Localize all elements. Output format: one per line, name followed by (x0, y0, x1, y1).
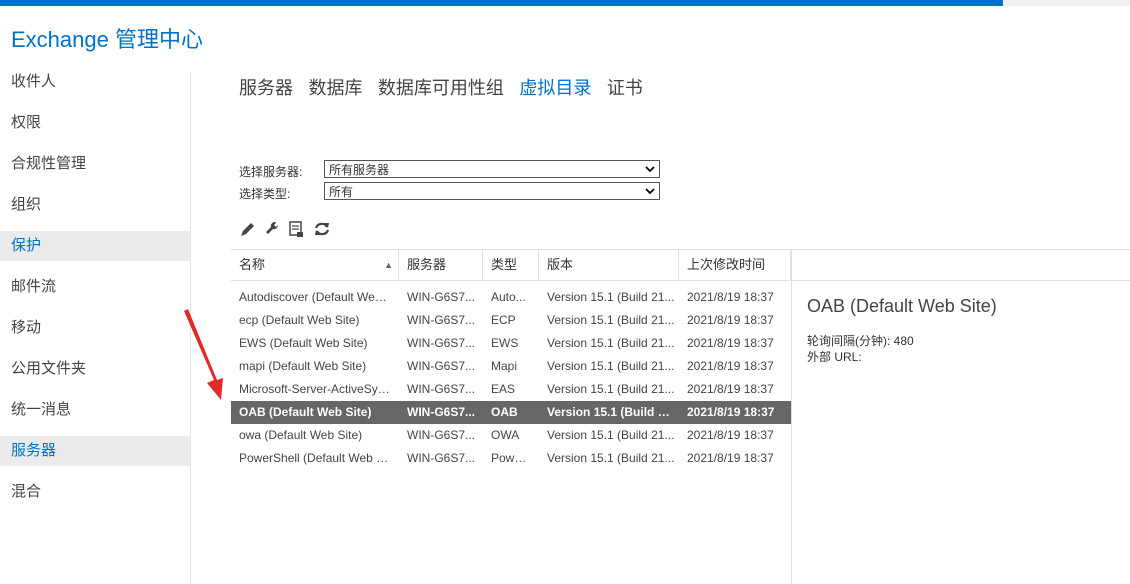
cell-version: Version 15.1 (Build 21... (547, 451, 675, 465)
cell-name: Autodiscover (Default Web... (239, 290, 391, 304)
cell-type: OAB (491, 405, 518, 419)
refresh-icon[interactable] (313, 219, 331, 239)
table-row[interactable]: PowerShell (Default Web Si... WIN-G6S7...… (231, 447, 791, 470)
cell-name: Microsoft-Server-ActiveSyn... (239, 382, 391, 396)
cell-modified: 2021/8/19 18:37 (687, 382, 774, 396)
tab-servers[interactable]: 服务器 (239, 74, 293, 100)
cell-modified: 2021/8/19 18:37 (687, 336, 774, 350)
column-header-name[interactable]: 名称 ▲ (231, 250, 399, 280)
sidebar-item-compliance[interactable]: 合规性管理 (0, 149, 190, 179)
type-select[interactable]: 所有 (324, 182, 660, 200)
tab-bar: 服务器 数据库 数据库可用性组 虚拟目录 证书 (239, 74, 654, 100)
tab-certificates[interactable]: 证书 (607, 74, 643, 100)
cell-server: WIN-G6S7... (407, 359, 475, 373)
type-select-value: 所有 (329, 185, 354, 199)
sidebar-item-servers[interactable]: 服务器 (0, 436, 190, 466)
column-header-version[interactable]: 版本 (539, 250, 679, 280)
cell-name: EWS (Default Web Site) (239, 336, 368, 350)
cell-type: Auto... (491, 290, 526, 304)
cell-version: Version 15.1 (Build 21... (547, 290, 675, 304)
column-header-modified[interactable]: 上次修改时间 (679, 250, 791, 280)
tab-virtual-directories[interactable]: 虚拟目录 (519, 74, 591, 100)
cell-modified: 2021/8/19 18:37 (687, 451, 774, 465)
app-title: Exchange 管理中心 (11, 27, 203, 52)
sidebar-item-hybrid[interactable]: 混合 (0, 477, 190, 507)
table-row[interactable]: EWS (Default Web Site) WIN-G6S7... EWS Vers… (231, 332, 791, 355)
sidebar-item-organization[interactable]: 组织 (0, 190, 190, 220)
table-row[interactable]: Autodiscover (Default Web... WIN-G6S7... A… (231, 286, 791, 309)
edit-icon[interactable] (239, 219, 257, 239)
cell-name: ecp (Default Web Site) (239, 313, 360, 327)
cell-type: Powe... (491, 451, 529, 465)
table-row[interactable]: OAB (Default Web Site) WIN-G6S7... OAB Vers… (231, 401, 791, 424)
type-filter-label: 选择类型: (239, 187, 291, 201)
cell-server: WIN-G6S7... (407, 336, 475, 350)
cell-modified: 2021/8/19 18:37 (687, 313, 774, 327)
cell-server: WIN-G6S7... (407, 382, 475, 396)
table-row[interactable]: owa (Default Web Site) WIN-G6S7... OWA Vers… (231, 424, 791, 447)
cell-modified: 2021/8/19 18:37 (687, 290, 774, 304)
table-row[interactable]: mapi (Default Web Site) WIN-G6S7... Mapi Ve… (231, 355, 791, 378)
server-select[interactable]: 所有服务器 (324, 160, 660, 178)
cell-name: OAB (Default Web Site) (239, 405, 372, 419)
cell-type: ECP (491, 313, 516, 327)
chevron-down-icon (644, 184, 656, 203)
sidebar-item-permissions[interactable]: 权限 (0, 108, 190, 138)
cell-server: WIN-G6S7... (407, 313, 475, 327)
cell-modified: 2021/8/19 18:37 (687, 405, 775, 419)
sidebar-item-mail-flow[interactable]: 邮件流 (0, 272, 190, 302)
cell-version: Version 15.1 (Build 21... (547, 359, 675, 373)
column-header-server[interactable]: 服务器 (399, 250, 483, 280)
cell-type: Mapi (491, 359, 518, 373)
sidebar-item-recipients[interactable]: 收件人 (0, 67, 190, 97)
details-poll-interval: 轮询间隔(分钟): 480 (807, 334, 914, 348)
grid-header-bottom-border (231, 280, 1130, 281)
sort-ascending-icon: ▲ (384, 260, 393, 270)
red-annotation-arrow (184, 309, 223, 400)
column-header-name-label: 名称 (239, 257, 266, 272)
sidebar-item-protection[interactable]: 保护 (0, 231, 190, 261)
cell-version: Version 15.1 (Build 21... (547, 382, 675, 396)
sidebar: 收件人 权限 合规性管理 组织 保护 邮件流 移动 公用文件夹 统一消息 服务器… (0, 67, 190, 518)
column-header-type[interactable]: 类型 (483, 250, 539, 280)
server-select-value: 所有服务器 (329, 163, 390, 177)
top-bar-right (1003, 0, 1130, 6)
cell-type: OWA (491, 428, 520, 442)
cell-server: WIN-G6S7... (407, 428, 475, 442)
cell-name: PowerShell (Default Web Si... (239, 451, 391, 465)
reset-icon[interactable] (288, 219, 306, 239)
cell-version: Version 15.1 (Build 21... (547, 336, 675, 350)
cell-name: owa (Default Web Site) (239, 428, 363, 442)
cell-type: EAS (491, 382, 516, 396)
cell-server: WIN-G6S7... (407, 405, 475, 419)
sidebar-item-public-folders[interactable]: 公用文件夹 (0, 354, 190, 384)
details-pane-divider (791, 250, 792, 584)
cell-server: WIN-G6S7... (407, 290, 475, 304)
cell-version: Version 15.1 (Build 21... (547, 428, 675, 442)
table-row[interactable]: ecp (Default Web Site) WIN-G6S7... ECP Vers… (231, 309, 791, 332)
chevron-down-icon (644, 162, 656, 181)
table-row[interactable]: Microsoft-Server-ActiveSyn... WIN-G6S7...… (231, 378, 791, 401)
top-accent-bar (0, 0, 1003, 6)
cell-version: Version 15.1 (Build 21... (547, 313, 675, 327)
sidebar-item-unified-messaging[interactable]: 统一消息 (0, 395, 190, 425)
sidebar-item-mobile[interactable]: 移动 (0, 313, 190, 343)
cell-version: Version 15.1 (Build 21... (547, 405, 675, 419)
tab-dag[interactable]: 数据库可用性组 (378, 74, 504, 100)
cell-type: EWS (491, 336, 519, 350)
details-title: OAB (Default Web Site) (807, 296, 997, 316)
details-external-url: 外部 URL: (807, 350, 862, 364)
tab-databases[interactable]: 数据库 (308, 74, 362, 100)
cell-modified: 2021/8/19 18:37 (687, 359, 774, 373)
server-filter-label: 选择服务器: (239, 165, 303, 179)
cell-modified: 2021/8/19 18:37 (687, 428, 774, 442)
wrench-icon[interactable] (263, 219, 281, 239)
cell-name: mapi (Default Web Site) (239, 359, 367, 373)
cell-server: WIN-G6S7... (407, 451, 475, 465)
